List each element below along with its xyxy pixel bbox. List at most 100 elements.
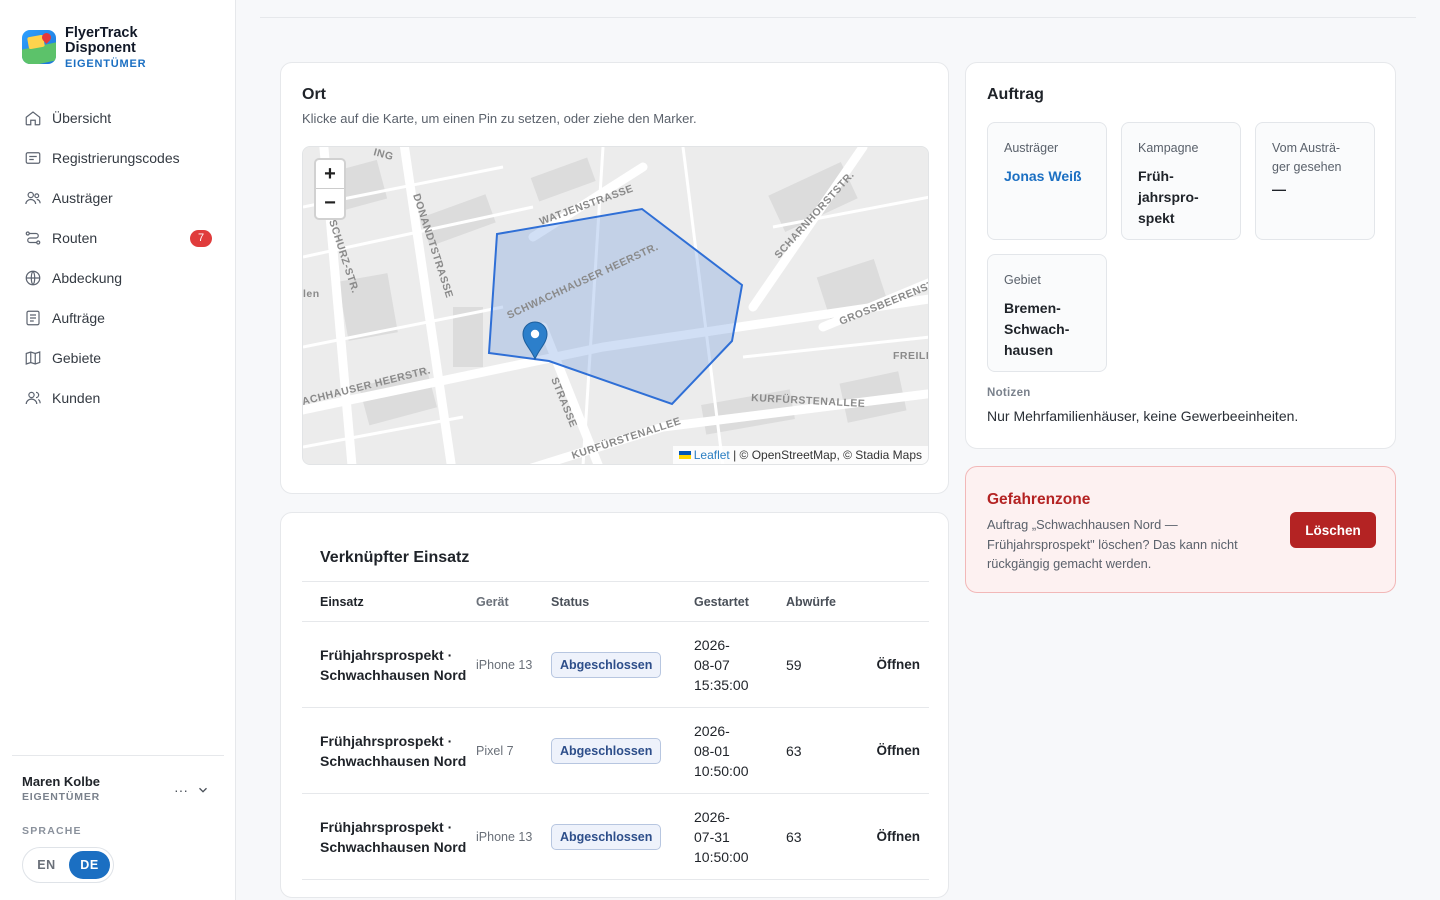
notes-label: Notizen bbox=[987, 387, 1031, 399]
street-label: FREILIG bbox=[893, 350, 929, 362]
customers-icon bbox=[25, 391, 41, 405]
sidebar-item-uebersicht[interactable]: Übersicht bbox=[12, 98, 224, 138]
column-header: Gerät bbox=[476, 581, 551, 622]
danger-zone-card: Gefahrenzone Auftrag „Schwachhausen Nord… bbox=[965, 466, 1396, 593]
open-link[interactable]: Öffnen bbox=[856, 707, 929, 794]
campaign-value: Früh- jahrspro- spekt bbox=[1138, 168, 1199, 226]
routes-count-badge: 7 bbox=[190, 230, 212, 247]
sidebar-item-label: Austräger bbox=[52, 190, 113, 206]
seen-by-courier-tile: Vom Austrä- ger gesehen — bbox=[1255, 122, 1375, 240]
brand-name-line1: FlyerTrack bbox=[65, 25, 138, 41]
order-title: Auftrag bbox=[987, 86, 1044, 103]
document-icon bbox=[26, 310, 40, 326]
notes-text: Nur Mehrfamilienhäuser, keine Gewerbeein… bbox=[987, 408, 1299, 424]
seen-value: — bbox=[1272, 181, 1286, 197]
open-link[interactable]: Öffnen bbox=[856, 621, 929, 708]
location-hint: Klicke auf die Karte, um einen Pin zu se… bbox=[302, 111, 697, 126]
zoom-out-button[interactable]: − bbox=[316, 189, 344, 218]
map-canvas[interactable]: WATJENSTRASSE SCHARNHORSTSTR. SCHWACHHAU… bbox=[303, 147, 929, 465]
brand[interactable]: FlyerTrack Disponent EIGENTÜMER bbox=[22, 26, 146, 70]
sidebar-item-label: Registrierungscodes bbox=[52, 150, 180, 166]
home-icon bbox=[25, 111, 41, 126]
location-title: Ort bbox=[302, 86, 326, 103]
table-row[interactable]: Frühjahrsprospekt · Schwachhausen Nord P… bbox=[302, 707, 929, 794]
started-at: 2026- 08-01 10:50:00 bbox=[694, 707, 786, 794]
status-badge: Abgeschlossen bbox=[551, 737, 662, 764]
sidebar-item-label: Routen bbox=[52, 230, 98, 246]
sidebar: FlyerTrack Disponent EIGENTÜMER Übersich… bbox=[0, 0, 236, 900]
sidebar-item-routen[interactable]: Routen 7 bbox=[12, 218, 224, 258]
table-row[interactable]: Frühjahrsprospekt · Schwachhausen Nord i… bbox=[302, 793, 929, 880]
column-header: Status bbox=[551, 581, 694, 622]
sidebar-item-austraeger[interactable]: Austräger bbox=[12, 178, 224, 218]
tile-label: Gebiet bbox=[1004, 273, 1041, 287]
started-time: 10:50:00 bbox=[694, 762, 749, 779]
area-value: Bremen- Schwach- hausen bbox=[1004, 300, 1070, 358]
globe-icon bbox=[25, 270, 41, 286]
device: iPhone 13 bbox=[476, 793, 551, 880]
status-badge: Abgeschlossen bbox=[551, 651, 662, 678]
area-tile: Gebiet Bremen- Schwach- hausen bbox=[987, 254, 1107, 372]
courier-link[interactable]: Jonas Weiß bbox=[1004, 166, 1090, 187]
street-label: len bbox=[303, 288, 320, 300]
order-card: Auftrag Austräger Jonas Weiß Kampagne Fr… bbox=[965, 62, 1396, 449]
tile-label: Vom Austrä- ger gesehen bbox=[1272, 141, 1342, 174]
column-header: Gestartet bbox=[694, 581, 786, 622]
code-card-icon bbox=[25, 152, 41, 164]
sidebar-item-label: Aufträge bbox=[52, 310, 105, 326]
sidebar-item-kunden[interactable]: Kunden bbox=[12, 378, 224, 418]
zoom-in-button[interactable]: + bbox=[316, 160, 344, 189]
open-link[interactable]: Öffnen bbox=[856, 793, 929, 880]
table-header-row: Einsatz Gerät Status Gestartet Abwürfe bbox=[302, 581, 929, 622]
tile-label: Kampagne bbox=[1138, 141, 1199, 155]
drops: 63 bbox=[786, 707, 856, 794]
started-time: 15:35:00 bbox=[694, 676, 749, 693]
started-at: 2026- 08-07 15:35:00 bbox=[694, 621, 786, 708]
leaflet-link[interactable]: Leaflet bbox=[694, 448, 730, 462]
column-header: Einsatz bbox=[302, 581, 476, 622]
route-icon bbox=[25, 231, 41, 245]
deployment-name: Frühjahrsprospekt · Schwachhausen Nord bbox=[302, 793, 476, 880]
app-logo-icon bbox=[22, 30, 56, 64]
user-more-button[interactable]: ··· bbox=[174, 782, 188, 798]
users-icon bbox=[25, 191, 41, 205]
delete-button[interactable]: Löschen bbox=[1290, 512, 1376, 548]
tile-label: Austräger bbox=[1004, 141, 1059, 155]
deployment-name: Frühjahrsprospekt · Schwachhausen Nord bbox=[302, 621, 476, 708]
sidebar-item-auftraege[interactable]: Aufträge bbox=[12, 298, 224, 338]
map-icon bbox=[25, 351, 41, 365]
sidebar-item-registrierungscodes[interactable]: Registrierungscodes bbox=[12, 138, 224, 178]
linked-deployment-card: Verknüpfter Einsatz Einsatz Gerät Status… bbox=[280, 512, 949, 898]
language-label: SPRACHE bbox=[22, 825, 82, 837]
started-at: 2026- 07-31 10:50:00 bbox=[694, 793, 786, 880]
map-zoom-control: + − bbox=[314, 158, 346, 220]
table-row[interactable]: Frühjahrsprospekt · Schwachhausen Nord i… bbox=[302, 621, 929, 708]
device: iPhone 13 bbox=[476, 621, 551, 708]
sidebar-footer: Maren Kolbe EIGENTÜMER ··· SPRACHE EN DE bbox=[12, 755, 224, 883]
started-date: 2026- 08-07 bbox=[694, 636, 730, 673]
column-header bbox=[856, 581, 929, 622]
map[interactable]: WATJENSTRASSE SCHARNHORSTSTR. SCHWACHHAU… bbox=[302, 146, 929, 465]
sidebar-item-gebiete[interactable]: Gebiete bbox=[12, 338, 224, 378]
ukraine-flag-icon bbox=[678, 451, 691, 459]
map-attribution: Leaflet | © OpenStreetMap, © Stadia Maps bbox=[672, 446, 928, 464]
drops: 63 bbox=[786, 793, 856, 880]
sidebar-item-label: Kunden bbox=[52, 390, 101, 406]
brand-name-line2: Disponent bbox=[65, 40, 136, 56]
sidebar-item-abdeckung[interactable]: Abdeckung bbox=[12, 258, 224, 298]
chevron-down-icon[interactable] bbox=[196, 783, 210, 797]
drops: 59 bbox=[786, 621, 856, 708]
danger-zone-title: Gefahrenzone bbox=[987, 491, 1091, 508]
linked-deployment-title: Verknüpfter Einsatz bbox=[320, 549, 470, 566]
header-divider bbox=[260, 17, 1416, 18]
language-option-en[interactable]: EN bbox=[26, 851, 67, 879]
sidebar-nav: Übersicht Registrierungscodes Austräger … bbox=[12, 98, 224, 418]
sidebar-item-label: Übersicht bbox=[52, 110, 112, 126]
device: Pixel 7 bbox=[476, 707, 551, 794]
deployment-name: Frühjahrsprospekt · Schwachhausen Nord bbox=[302, 707, 476, 794]
started-time: 10:50:00 bbox=[694, 848, 749, 865]
language-toggle[interactable]: EN DE bbox=[22, 847, 114, 883]
started-date: 2026- 08-01 bbox=[694, 722, 730, 759]
language-option-de[interactable]: DE bbox=[69, 851, 110, 879]
courier-tile: Austräger Jonas Weiß bbox=[987, 122, 1107, 240]
